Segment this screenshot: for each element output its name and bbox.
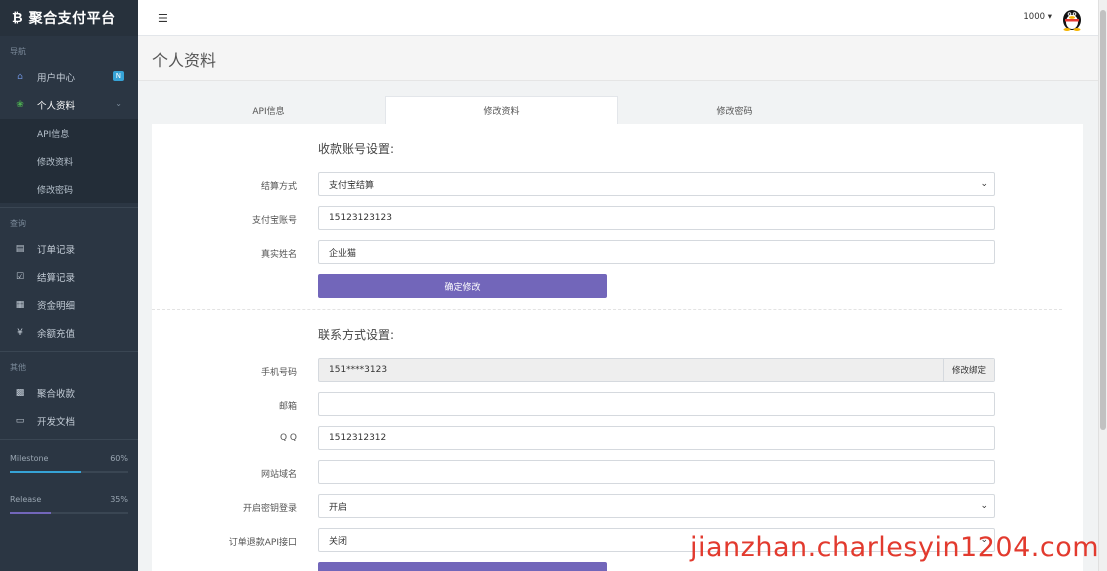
sidebar: ₿ 聚合支付平台 导航 ⌂ 用户中心 N ❀ 个人资料 ⌄ API信息 修改资料… bbox=[0, 0, 138, 571]
query-section-label: 查询 bbox=[10, 219, 26, 228]
select-value: 开启 bbox=[329, 502, 348, 513]
profile-tabs: API信息 修改资料 修改密码 bbox=[152, 96, 1083, 124]
sidebar-item-user-center[interactable]: ⌂ 用户中心 N bbox=[0, 63, 138, 91]
real-name-label: 真实姓名 bbox=[260, 250, 297, 260]
refund-api-label: 订单退款API接口 bbox=[228, 538, 297, 548]
tab-spacer bbox=[851, 96, 1083, 124]
sidebar-item-aggregate-payment[interactable]: ▩ 聚合收款 bbox=[0, 379, 138, 407]
sidebar-item-orders[interactable]: ▤ 订单记录 bbox=[0, 235, 138, 263]
submenu-item-api-info[interactable]: API信息 bbox=[0, 119, 138, 147]
sidebar-item-label: 用户中心 bbox=[37, 73, 76, 84]
watermark-text: jianzhan.charlesyin1204.com bbox=[690, 532, 1100, 563]
chevron-down-icon: ⌄ bbox=[115, 99, 122, 108]
payout-section-title: 收款账号设置: bbox=[318, 142, 395, 156]
sidebar-item-label: 结算记录 bbox=[37, 273, 76, 284]
list-icon: ▤ bbox=[15, 244, 25, 254]
email-input[interactable] bbox=[318, 392, 995, 416]
page-header: 个人资料 bbox=[138, 36, 1098, 81]
divider bbox=[0, 439, 138, 440]
new-badge: N bbox=[112, 71, 124, 81]
key-login-label: 开启密钥登录 bbox=[242, 504, 297, 514]
leaf-icon: ❀ bbox=[16, 100, 24, 110]
sidebar-item-profile[interactable]: ❀ 个人资料 ⌄ bbox=[0, 91, 138, 119]
scrollbar-thumb[interactable] bbox=[1100, 10, 1106, 430]
brand-name: 聚合支付平台 bbox=[28, 11, 116, 27]
progress-label: Milestone bbox=[10, 454, 49, 463]
release-progress: Release 35% bbox=[0, 495, 138, 514]
yen-icon: ¥ bbox=[17, 328, 23, 338]
page-scrollbar[interactable] bbox=[1098, 0, 1107, 571]
bitcoin-logo-icon: ₿ bbox=[12, 11, 23, 26]
progress-value: 60% bbox=[110, 454, 128, 463]
submenu-item-edit-profile[interactable]: 修改资料 bbox=[0, 147, 138, 175]
email-label: 邮箱 bbox=[278, 402, 297, 412]
sidebar-item-label: 个人资料 bbox=[37, 101, 76, 112]
progress-fill bbox=[10, 512, 52, 514]
progress-bar bbox=[10, 471, 128, 473]
checkbox-icon: ☑ bbox=[15, 272, 25, 282]
alipay-account-input[interactable]: 15123123123 bbox=[318, 206, 995, 230]
sidebar-item-label: 余额充值 bbox=[37, 329, 76, 340]
phone-label: 手机号码 bbox=[260, 368, 297, 378]
qrcode-icon: ▩ bbox=[15, 388, 25, 398]
topbar: ☰ 1000 ▾ bbox=[138, 0, 1098, 36]
profile-panel: 收款账号设置: 结算方式 支付宝结算 ⌄ 支付宝账号 15123123123 真… bbox=[152, 124, 1083, 571]
qq-input[interactable]: 1512312312 bbox=[318, 426, 995, 450]
sidebar-item-recharge[interactable]: ¥ 余额充值 bbox=[0, 319, 138, 347]
qq-penguin-avatar-icon[interactable] bbox=[1060, 5, 1084, 31]
calendar-icon: ▦ bbox=[15, 300, 25, 310]
sidebar-item-label: 开发文档 bbox=[37, 417, 76, 428]
progress-fill bbox=[10, 471, 81, 473]
nav-section-label: 导航 bbox=[10, 47, 26, 56]
tab-edit-profile[interactable]: 修改资料 bbox=[385, 96, 618, 124]
select-value: 关闭 bbox=[329, 536, 348, 547]
tab-api-info[interactable]: API信息 bbox=[152, 96, 385, 124]
phone-value: 151****3123 bbox=[329, 365, 388, 375]
alipay-account-label: 支付宝账号 bbox=[251, 216, 297, 226]
tab-change-password[interactable]: 修改密码 bbox=[618, 96, 851, 124]
other-section-label: 其他 bbox=[10, 363, 26, 372]
user-dropdown[interactable]: 1000 ▾ bbox=[1023, 12, 1052, 22]
milestone-progress: Milestone 60% bbox=[0, 454, 138, 473]
site-domain-label: 网站域名 bbox=[260, 470, 297, 480]
sidebar-item-label: 资金明细 bbox=[37, 301, 76, 312]
menu-toggle-icon[interactable]: ☰ bbox=[158, 12, 168, 25]
profile-submenu: API信息 修改资料 修改密码 bbox=[0, 119, 138, 203]
progress-label: Release bbox=[10, 495, 42, 504]
method-label: 结算方式 bbox=[260, 182, 297, 192]
confirm-edit-button[interactable]: 确定修改 bbox=[318, 274, 607, 298]
real-name-input[interactable]: 企业猫 bbox=[318, 240, 995, 264]
contact-section-title: 联系方式设置: bbox=[318, 328, 395, 342]
book-icon: ▭ bbox=[15, 416, 25, 426]
key-login-select[interactable]: 开启 ⌄ bbox=[318, 494, 995, 518]
chevron-down-icon: ⌄ bbox=[980, 179, 988, 189]
sidebar-item-label: 聚合收款 bbox=[37, 389, 76, 400]
submenu-item-change-password[interactable]: 修改密码 bbox=[0, 175, 138, 203]
chevron-down-icon: ⌄ bbox=[980, 501, 988, 511]
sidebar-item-settlements[interactable]: ☑ 结算记录 bbox=[0, 263, 138, 291]
progress-bar bbox=[10, 512, 128, 514]
contact-submit-button[interactable] bbox=[318, 562, 607, 571]
progress-value: 35% bbox=[110, 495, 128, 504]
brand[interactable]: ₿ 聚合支付平台 bbox=[0, 0, 138, 36]
select-value: 支付宝结算 bbox=[329, 180, 375, 191]
sidebar-item-dev-docs[interactable]: ▭ 开发文档 bbox=[0, 407, 138, 435]
change-binding-button[interactable]: 修改绑定 bbox=[942, 359, 994, 381]
settlement-method-select[interactable]: 支付宝结算 ⌄ bbox=[318, 172, 995, 196]
section-divider bbox=[152, 309, 1062, 310]
phone-input: 151****3123 修改绑定 bbox=[318, 358, 995, 382]
page-title: 个人资料 bbox=[152, 51, 217, 70]
sidebar-item-funds[interactable]: ▦ 资金明细 bbox=[0, 291, 138, 319]
site-domain-input[interactable] bbox=[318, 460, 995, 484]
sidebar-item-label: 订单记录 bbox=[37, 245, 76, 256]
qq-label: Q Q bbox=[279, 433, 297, 443]
home-icon: ⌂ bbox=[17, 72, 23, 82]
